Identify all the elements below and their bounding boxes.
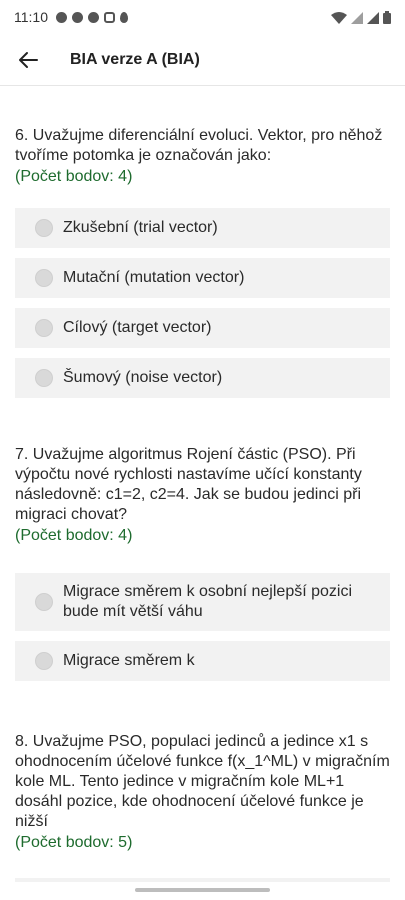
location-icon (120, 11, 128, 23)
option-label: Zkušební (trial vector) (63, 219, 218, 236)
question-points: (Počet bodov: 5) (15, 834, 133, 851)
page-title: BIA verze A (BIA) (70, 50, 200, 68)
answer-option[interactable]: Migrace směrem k osobní nejlepší pozici … (15, 573, 390, 631)
question-text: 8. Uvažujme PSO, populaci jedinců a jedi… (15, 733, 390, 830)
radio-button[interactable] (35, 319, 53, 337)
status-time: 11:10 (14, 9, 48, 25)
back-button[interactable] (0, 34, 56, 86)
messenger-icon (56, 11, 67, 23)
option-label: Šumový (noise vector) (63, 369, 223, 386)
question-text: 6. Uvažujme diferenciální evoluci. Vekto… (15, 127, 383, 164)
question-8: 8. Uvažujme PSO, populaci jedinců a jedi… (15, 732, 390, 853)
question-7: 7. Uvažujme algoritmus Rojení částic (PS… (15, 445, 390, 546)
messenger-icon (72, 11, 83, 23)
option-label: Migrace směrem k (63, 652, 195, 669)
app-bar: BIA verze A (BIA) (0, 34, 405, 86)
battery-icon (383, 10, 391, 24)
radio-button[interactable] (35, 219, 53, 237)
option-label: Cílový (target vector) (63, 319, 212, 336)
signal-icon (351, 11, 363, 24)
question-6: 6. Uvažujme diferenciální evoluci. Vekto… (15, 126, 390, 187)
instagram-icon (104, 11, 115, 23)
answer-option[interactable]: Mutační (mutation vector) (15, 258, 390, 298)
answer-option[interactable] (15, 878, 390, 882)
answer-option[interactable]: Zkušební (trial vector) (15, 208, 390, 248)
option-label: Migrace směrem k osobní nejlepší pozici … (63, 583, 353, 620)
answer-option[interactable]: Migrace směrem k (15, 641, 390, 681)
question-text: 7. Uvažujme algoritmus Rojení částic (PS… (15, 446, 362, 523)
radio-button[interactable] (35, 593, 53, 611)
question-points: (Počet bodov: 4) (15, 527, 133, 544)
status-bar: 11:10 (0, 0, 405, 34)
signal-icon (367, 11, 379, 24)
messenger-icon (88, 11, 99, 23)
notification-icons (56, 11, 128, 23)
answer-option[interactable]: Cílový (target vector) (15, 308, 390, 348)
system-icons (331, 10, 391, 24)
gesture-bar[interactable] (135, 888, 270, 892)
radio-button[interactable] (35, 369, 53, 387)
arrow-left-icon (19, 51, 38, 68)
question-points: (Počet bodov: 4) (15, 168, 133, 185)
quiz-content[interactable]: 6. Uvažujme diferenciální evoluci. Vekto… (0, 86, 405, 882)
answer-option[interactable]: Šumový (noise vector) (15, 358, 390, 398)
radio-button[interactable] (35, 269, 53, 287)
wifi-icon (331, 11, 347, 24)
option-label: Mutační (mutation vector) (63, 269, 245, 286)
radio-button[interactable] (35, 652, 53, 670)
